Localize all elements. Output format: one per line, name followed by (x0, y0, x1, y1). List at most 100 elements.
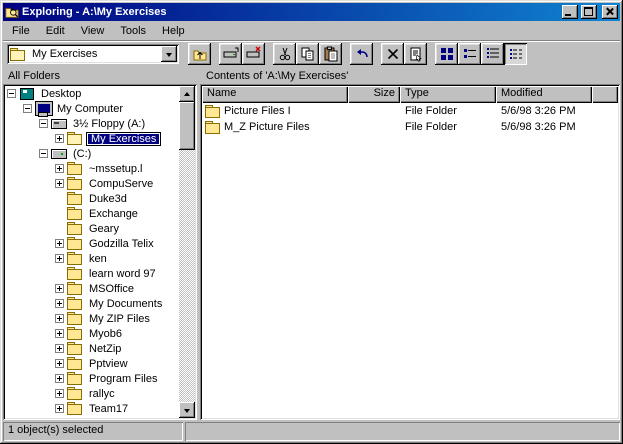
tree-item-label[interactable]: ken (86, 252, 110, 266)
tree-expander[interactable] (55, 389, 64, 398)
tree-expander[interactable] (55, 224, 64, 233)
explorer-app-icon[interactable] (5, 5, 19, 19)
tree-item-label[interactable]: My Documents (86, 297, 165, 311)
tree-item[interactable]: Myob6 (5, 326, 179, 341)
map-network-drive-button[interactable] (219, 43, 242, 65)
tree-item-label[interactable]: My Computer (54, 102, 126, 116)
address-combo-dropdown-button[interactable] (161, 46, 177, 62)
column-header[interactable]: Modified (496, 86, 592, 103)
tree-item[interactable]: Geary (5, 221, 179, 236)
tree-scrollbar[interactable] (179, 86, 195, 418)
scrollbar-track[interactable] (179, 102, 195, 402)
view-list-button[interactable] (481, 43, 504, 65)
tree-expander[interactable] (55, 329, 64, 338)
tree-item-label[interactable]: Pptview (86, 357, 131, 371)
tree-item-label[interactable]: rallyc (86, 387, 118, 401)
tree-item[interactable]: Godzilla Telix (5, 236, 179, 251)
tree-item[interactable]: Pptview (5, 356, 179, 371)
file-row[interactable]: M_Z Picture Files File Folder 5/6/98 3:2… (202, 119, 618, 135)
tree-item-label[interactable]: Godzilla Telix (86, 237, 157, 251)
tree-item-label[interactable]: Team17 (86, 402, 131, 416)
titlebar[interactable]: Exploring - A:\My Exercises (3, 3, 620, 21)
tree-expander[interactable] (39, 119, 48, 128)
file-name-cell[interactable]: M_Z Picture Files (202, 121, 348, 134)
up-one-level-button[interactable] (188, 43, 211, 65)
tree-item[interactable]: (C:) (5, 146, 179, 161)
tree-expander[interactable] (55, 344, 64, 353)
paste-button[interactable] (319, 43, 342, 65)
tree-item[interactable]: MSOffice (5, 281, 179, 296)
tree-item-label[interactable]: My Exercises (86, 132, 161, 146)
tree-item-label[interactable]: MSOffice (86, 282, 137, 296)
tree-item[interactable]: Team17 (5, 401, 179, 416)
menu-item[interactable]: Tools (112, 23, 154, 39)
scroll-down-button[interactable] (179, 402, 195, 418)
tree-item[interactable]: ken (5, 251, 179, 266)
tree-expander[interactable] (55, 239, 64, 248)
tree-item-label[interactable]: Program Files (86, 372, 160, 386)
tree-expander[interactable] (55, 284, 64, 293)
tree-item[interactable]: My ZIP Files (5, 311, 179, 326)
tree-expander[interactable] (55, 209, 64, 218)
tree-item-label[interactable]: Duke3d (86, 192, 130, 206)
tree-expander[interactable] (55, 134, 64, 143)
view-large-icons-button[interactable] (435, 43, 458, 65)
tree-item-label[interactable]: Desktop (38, 87, 84, 101)
tree-expander[interactable] (7, 89, 16, 98)
tree-item[interactable]: 3½ Floppy (A:) (5, 116, 179, 131)
column-header[interactable]: Size (348, 86, 400, 103)
tree-item[interactable]: CompuServe (5, 176, 179, 191)
tree-item[interactable]: Duke3d (5, 191, 179, 206)
tree-item-label[interactable]: ~mssetup.l (86, 162, 146, 176)
disconnect-network-drive-button[interactable] (242, 43, 265, 65)
undo-button[interactable] (350, 43, 373, 65)
tree-item-label[interactable]: NetZip (86, 342, 124, 356)
column-header[interactable]: Name (202, 86, 348, 103)
tree-expander[interactable] (55, 179, 64, 188)
tree-item[interactable]: learn word 97 (5, 266, 179, 281)
properties-button[interactable] (404, 43, 427, 65)
tree-item-label[interactable]: My ZIP Files (86, 312, 153, 326)
tree-item[interactable]: NetZip (5, 341, 179, 356)
view-small-icons-button[interactable] (458, 43, 481, 65)
menu-item[interactable]: File (4, 23, 38, 39)
tree-item-label[interactable]: CompuServe (86, 177, 156, 191)
column-header[interactable]: Type (400, 86, 496, 103)
tree-item[interactable]: My Documents (5, 296, 179, 311)
menu-item[interactable]: Edit (38, 23, 73, 39)
scrollbar-thumb[interactable] (179, 102, 195, 150)
file-name-cell[interactable]: Picture Files I (202, 105, 348, 118)
view-details-button[interactable] (504, 43, 527, 65)
tree-item[interactable]: My Exercises (5, 131, 179, 146)
tree-expander[interactable] (55, 404, 64, 413)
menu-item[interactable]: View (73, 23, 113, 39)
menu-item[interactable]: Help (154, 23, 193, 39)
tree-expander[interactable] (39, 149, 48, 158)
tree-item[interactable]: Desktop (5, 86, 179, 101)
copy-button[interactable] (296, 43, 319, 65)
maximize-button[interactable] (581, 5, 597, 19)
tree-expander[interactable] (55, 164, 64, 173)
tree-item-label[interactable]: Geary (86, 222, 122, 236)
close-button[interactable] (602, 5, 618, 19)
tree-expander[interactable] (55, 269, 64, 278)
tree-expander[interactable] (23, 104, 32, 113)
tree-item-label[interactable]: learn word 97 (86, 267, 159, 281)
delete-button[interactable] (381, 43, 404, 65)
tree-item[interactable]: My Computer (5, 101, 179, 116)
scroll-up-button[interactable] (179, 86, 195, 102)
tree-expander[interactable] (55, 374, 64, 383)
tree-item-label[interactable]: (C:) (70, 147, 94, 161)
tree-item-label[interactable]: 3½ Floppy (A:) (70, 117, 148, 131)
tree-expander[interactable] (55, 299, 64, 308)
tree-item-label[interactable]: Exchange (86, 207, 141, 221)
file-row[interactable]: Picture Files I File Folder 5/6/98 3:26 … (202, 103, 618, 119)
tree-expander[interactable] (55, 359, 64, 368)
tree-item[interactable]: Exchange (5, 206, 179, 221)
address-combo[interactable]: My Exercises (7, 44, 179, 64)
minimize-button[interactable] (562, 5, 578, 19)
cut-button[interactable] (273, 43, 296, 65)
tree-expander[interactable] (55, 194, 64, 203)
tree-item-label[interactable]: Myob6 (86, 327, 125, 341)
tree-item[interactable]: Program Files (5, 371, 179, 386)
